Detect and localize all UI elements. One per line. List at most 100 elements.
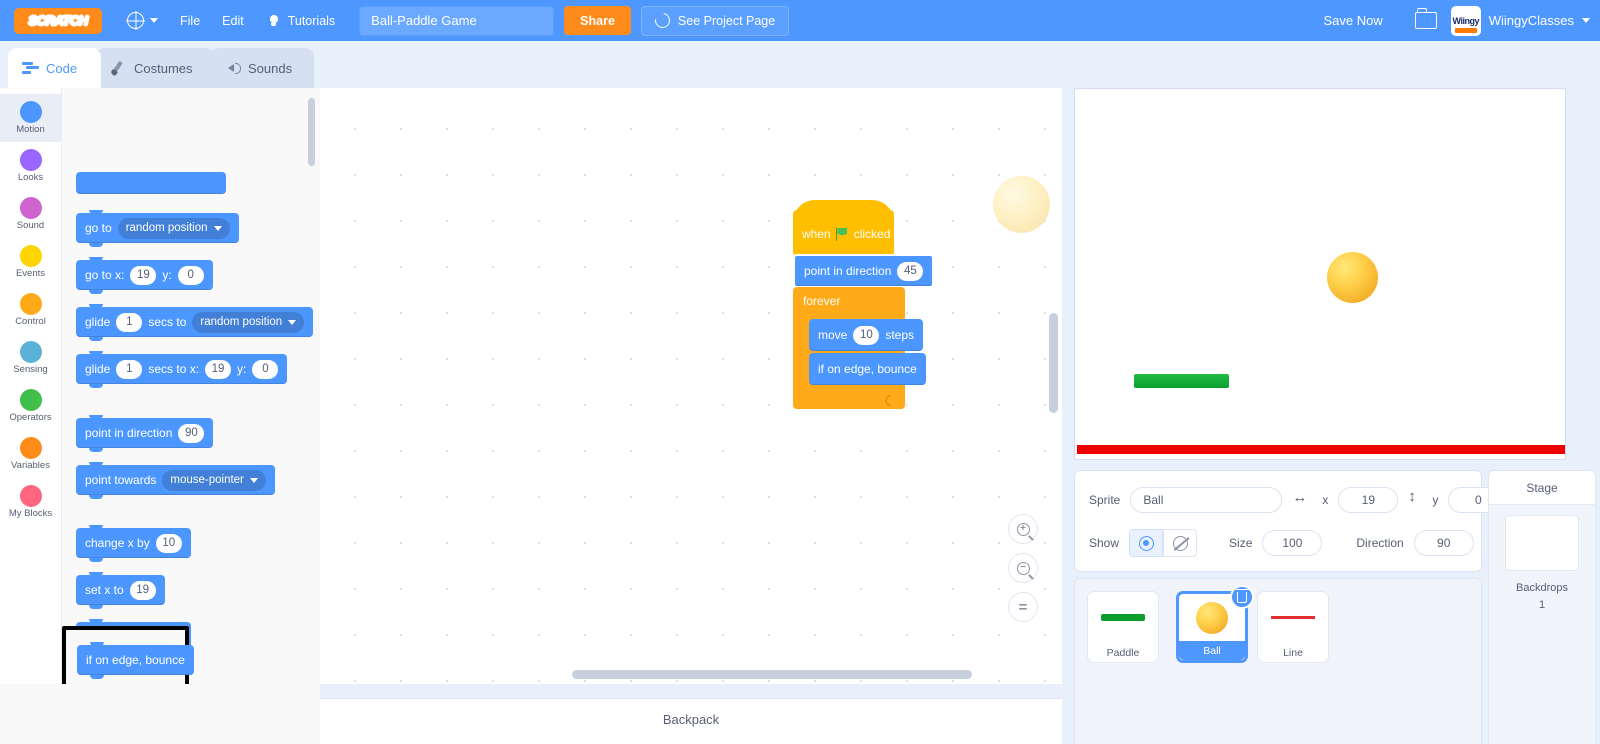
chevron-down-icon [213, 225, 222, 231]
block-input-direction[interactable]: 45 [897, 261, 924, 281]
category-label: Operators [9, 412, 52, 424]
forever-label: forever [803, 294, 841, 308]
sidebar-item-motion[interactable]: Motion [0, 94, 62, 142]
block-input-y[interactable]: 0 [252, 359, 279, 379]
workspace-vertical-scrollbar[interactable] [1049, 313, 1058, 413]
tutorials-button[interactable]: Tutorials [255, 0, 349, 41]
palette-block-partial[interactable] [76, 172, 226, 194]
code-workspace[interactable]: when clicked point in direction 45 forev… [320, 88, 1062, 684]
file-menu[interactable]: File [169, 0, 211, 41]
x-label: x [1322, 493, 1329, 507]
folder-icon[interactable] [1414, 8, 1437, 29]
delete-sprite-button[interactable] [1230, 585, 1254, 609]
script-block-move-steps[interactable]: move 10 steps [809, 319, 924, 351]
palette-block-go-to-xy[interactable]: go to x: 19 y: 0 [76, 257, 213, 294]
sidebar-item-myblocks[interactable]: My Blocks [0, 478, 62, 526]
stage-thumbnail[interactable] [1505, 515, 1579, 571]
y-label: y [1432, 493, 1439, 507]
tab-code-label: Code [46, 60, 78, 76]
script-block-when-flag-clicked[interactable]: when clicked [793, 200, 894, 256]
block-text: go to [85, 221, 112, 235]
sprite-card-paddle[interactable]: Paddle [1087, 591, 1159, 663]
sidebar-item-sensing[interactable]: Sensing [0, 334, 62, 382]
project-title-input[interactable]: Ball-Paddle Game [359, 5, 555, 36]
see-project-page-label: See Project Page [677, 13, 776, 28]
sprite-card-line[interactable]: Line [1257, 591, 1329, 663]
stage-header-label: Stage [1489, 471, 1595, 505]
block-input-direction[interactable]: 90 [178, 423, 205, 443]
eye-visible-icon [1138, 535, 1154, 551]
palette-block-point-in-direction[interactable]: point in direction 90 [76, 415, 214, 452]
zoom-in-button[interactable]: + [1008, 514, 1038, 544]
palette-block-set-x-to[interactable]: set x to 19 [76, 572, 165, 609]
stage-sprite-paddle[interactable] [1134, 374, 1229, 388]
block-input-secs[interactable]: 1 [116, 312, 143, 332]
sidebar-item-variables[interactable]: Variables [0, 430, 62, 478]
show-visible-button[interactable] [1129, 529, 1164, 557]
account-chevron-down-icon[interactable] [1582, 18, 1590, 23]
language-selector[interactable] [116, 0, 169, 41]
horizontal-arrow-icon [1292, 489, 1312, 507]
dropdown-value: random position [200, 316, 283, 328]
block-input-value[interactable]: 10 [155, 533, 182, 553]
save-now-button[interactable]: Save Now [1306, 13, 1401, 28]
zoom-reset-button[interactable]: = [1008, 592, 1038, 622]
category-label: Events [15, 268, 46, 280]
block-input-x[interactable]: 19 [130, 265, 157, 285]
palette-block-glide-xy[interactable]: glide 1 secs to x: 19 y: 0 [76, 351, 288, 388]
backpack-bar[interactable]: Backpack [320, 698, 1062, 744]
sprite-name-input[interactable]: Ball [1130, 487, 1283, 513]
block-palette[interactable]: go to random position go to x: 19 y: 0 g… [62, 88, 320, 684]
block-dropdown[interactable]: random position [117, 217, 230, 239]
see-project-page-button[interactable]: See Project Page [640, 5, 790, 36]
zoom-out-button[interactable]: − [1008, 553, 1038, 583]
palette-block-point-towards[interactable]: point towards mouse-pointer [76, 462, 275, 499]
palette-block-if-on-edge-bounce[interactable]: if on edge, bounce [77, 642, 194, 679]
block-input-value[interactable]: 19 [129, 580, 156, 600]
sidebar-item-looks[interactable]: Looks [0, 142, 62, 190]
dropdown-value: random position [125, 222, 208, 234]
block-input-secs[interactable]: 1 [116, 359, 143, 379]
when-label: when [802, 227, 831, 241]
block-dropdown[interactable]: random position [192, 311, 305, 333]
stage[interactable] [1074, 88, 1566, 460]
block-input-y[interactable]: 0 [177, 265, 204, 285]
sprite-direction-input[interactable]: 90 [1413, 530, 1474, 556]
sidebar-item-control[interactable]: Control [0, 286, 62, 334]
script-block-if-on-edge-bounce[interactable]: if on edge, bounce [809, 353, 926, 385]
avatar[interactable]: Wiingy [1450, 5, 1481, 36]
lightbulb-icon [266, 13, 282, 29]
palette-block-go-to[interactable]: go to random position [76, 210, 239, 247]
block-input-steps[interactable]: 10 [853, 325, 880, 345]
sidebar-item-operators[interactable]: Operators [0, 382, 62, 430]
stage-sprite-ball[interactable] [1327, 252, 1378, 303]
show-hidden-button[interactable] [1163, 529, 1198, 557]
tab-costumes[interactable]: Costumes [96, 48, 215, 88]
tab-code[interactable]: Code [8, 48, 101, 88]
refresh-icon [651, 10, 673, 31]
sidebar-item-sound[interactable]: Sound [0, 190, 62, 238]
edit-menu[interactable]: Edit [211, 0, 255, 41]
palette-block-change-x-by[interactable]: change x by 10 [76, 525, 191, 562]
block-text: set x to [85, 583, 124, 597]
palette-scrollbar[interactable] [308, 98, 315, 166]
block-text: change x by [85, 536, 150, 550]
block-input-x[interactable]: 19 [205, 359, 232, 379]
block-text: y: [162, 268, 172, 282]
sidebar-item-events[interactable]: Events [0, 238, 62, 286]
script-block-point-in-direction[interactable]: point in direction 45 [793, 254, 935, 288]
sprite-x-input[interactable]: 19 [1338, 487, 1399, 513]
palette-block-glide-secs-to[interactable]: glide 1 secs to random position [76, 304, 314, 341]
stage-sprite-line[interactable] [1077, 445, 1565, 454]
username-label[interactable]: WiingyClasses [1489, 13, 1574, 28]
workspace-horizontal-scrollbar[interactable] [572, 670, 972, 679]
sprite-card-ball[interactable]: Ball [1176, 585, 1254, 663]
share-button[interactable]: Share [564, 6, 631, 35]
sprite-size-input[interactable]: 100 [1262, 530, 1323, 556]
scratch-logo[interactable]: SCRATCH [14, 7, 102, 34]
green-flag-icon [835, 227, 849, 241]
tab-sounds[interactable]: Sounds [210, 48, 314, 88]
block-dropdown[interactable]: mouse-pointer [162, 469, 266, 491]
loop-arrow-icon [882, 392, 899, 409]
category-label: Variables [11, 460, 50, 472]
